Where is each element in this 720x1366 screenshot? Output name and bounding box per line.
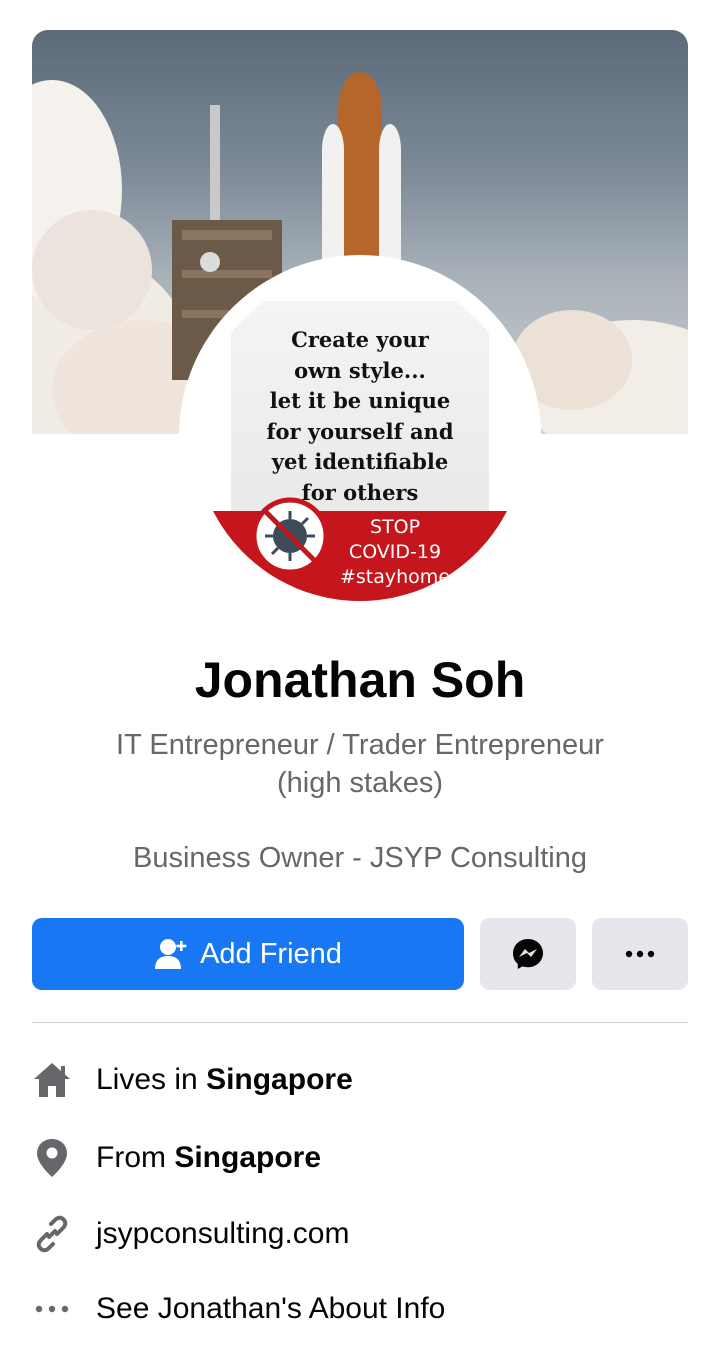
divider [32,1022,688,1023]
profile-picture[interactable]: Create your own style... let it be uniqu… [195,271,525,601]
more-dots-icon [32,1289,72,1329]
link-icon [32,1214,72,1254]
profile-picture-quote: Create your own style... let it be uniqu… [266,327,454,505]
lives-in-text: Lives in Singapore [96,1063,353,1096]
info-row-lives-in: Lives in Singapore [32,1058,688,1102]
home-icon [32,1060,72,1100]
location-pin-icon [32,1138,72,1178]
info-row-from: From Singapore [32,1136,688,1180]
profile-work: Business Owner - JSYP Consulting [132,842,587,874]
covid-badge-text: STOP COVID-19 #stayhome [339,516,451,588]
see-about-info-link[interactable]: See Jonathan's About Info [96,1292,445,1326]
add-friend-label: Add Friend [200,937,342,970]
website-link[interactable]: jsypconsulting.com [96,1217,349,1251]
profile-bio: IT Entrepreneur / Trader Entrepreneur (h… [116,729,604,799]
from-city[interactable]: Singapore [174,1141,321,1174]
more-options-button[interactable] [592,918,688,990]
profile-name: Jonathan Soh [194,652,526,708]
no-virus-icon [251,497,329,575]
add-friend-button[interactable]: Add Friend [32,918,464,990]
profile-page: Create your own style... let it be uniqu… [0,0,720,1366]
from-text: From Singapore [96,1141,322,1174]
messenger-icon [513,939,543,969]
info-row-about[interactable]: See Jonathan's About Info [32,1287,688,1331]
lives-in-city[interactable]: Singapore [206,1063,353,1096]
message-button[interactable] [480,918,576,990]
add-friend-icon [155,939,187,969]
more-icon [625,950,655,958]
info-row-website: jsypconsulting.com [32,1212,688,1256]
